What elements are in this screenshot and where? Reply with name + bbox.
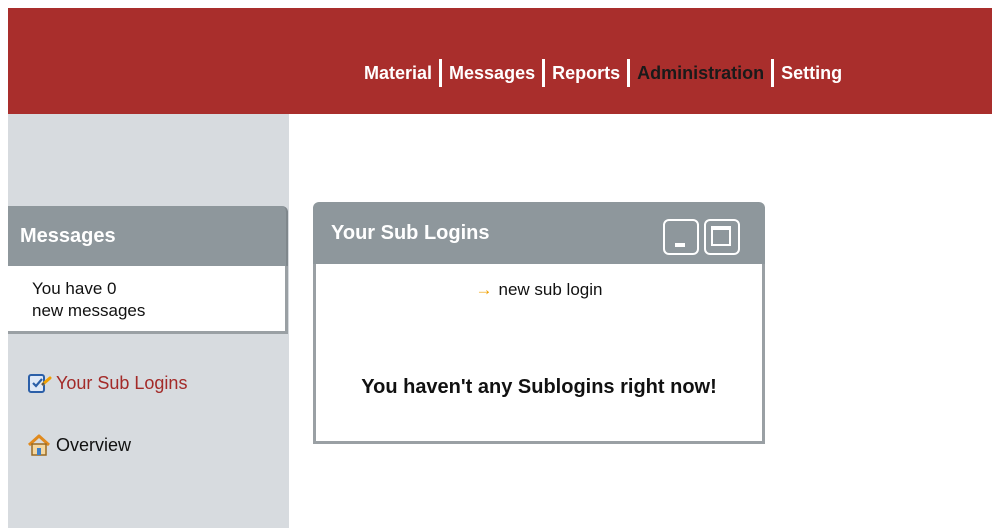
empty-state-message: You haven't any Sublogins right now! [361,376,717,398]
arrow-right-icon: → [475,280,493,299]
sidebar-item-label: Overview [56,434,132,455]
page: Material Messages Reports Administration… [0,0,992,528]
messages-box-body: You have 0 new messages [8,266,288,334]
edit-user-icon [26,370,52,396]
sidebar-item-overview[interactable]: Overview [26,432,131,458]
messages-count-text: You have 0 [32,279,117,298]
sidebar: Messages You have 0 new messages Your Su… [8,114,289,528]
panel-body: → new sub login You haven't any Sublogins… [313,264,765,444]
top-strip [0,0,992,8]
nav-messages[interactable]: Messages [449,63,535,84]
nav-administration[interactable]: Administration [637,63,764,84]
nav-settings[interactable]: Setting [781,63,842,84]
nav-material[interactable]: Material [364,63,432,84]
messages-box-title: Messages [8,206,288,266]
nav-divider [542,59,546,87]
sidebar-item-label: Your Sub Logins [56,372,188,393]
panel-title: Your Sub Logins [331,221,490,244]
sub-logins-panel: Your Sub Logins → new sub login You haven… [313,202,765,444]
home-icon [26,432,52,458]
nav-reports[interactable]: Reports [552,63,620,84]
nav-divider [771,59,775,87]
nav-divider [627,59,631,87]
messages-count-subtext: new messages [32,301,146,320]
panel-header: Your Sub Logins [313,202,765,264]
nav-divider [439,59,443,87]
minimize-button[interactable] [663,219,699,255]
sidebar-item-your-sub-logins[interactable]: Your Sub Logins [26,370,187,396]
new-sub-login-label: new sub login [498,280,603,299]
main-nav: Material Messages Reports Administration… [364,59,842,87]
header-bar: Material Messages Reports Administration… [8,8,992,114]
maximize-button[interactable] [704,219,740,255]
new-sub-login-link[interactable]: → new sub login [316,280,762,300]
messages-box: Messages You have 0 new messages [8,206,288,334]
